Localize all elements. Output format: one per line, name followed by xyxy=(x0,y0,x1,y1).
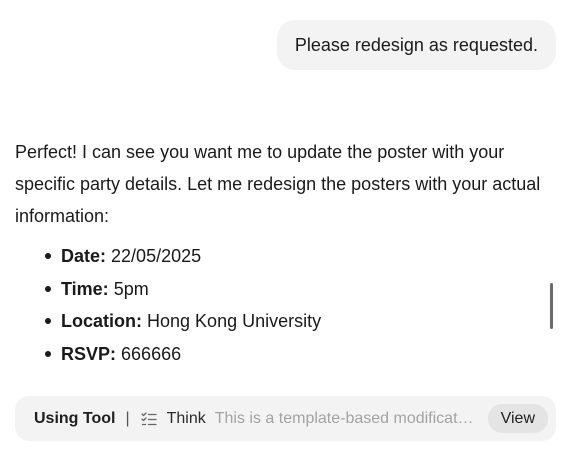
scrollbar-thumb[interactable] xyxy=(550,283,553,329)
detail-item-location: Location: Hong Kong University xyxy=(15,305,555,338)
tool-status-bar: Using Tool | Think This is a template-ba… xyxy=(15,396,556,441)
user-message-bubble: Please redesign as requested. xyxy=(276,20,556,70)
party-details-list: Date: 22/05/2025 Time: 5pm Location: Hon… xyxy=(15,240,555,370)
tool-separator: | xyxy=(125,409,130,427)
detail-label: Date: xyxy=(61,246,107,266)
checklist-icon xyxy=(140,410,158,428)
tool-status-label: Using Tool xyxy=(34,409,116,427)
bullet-dot xyxy=(45,350,51,357)
view-button[interactable]: View xyxy=(487,404,548,433)
detail-label: Time: xyxy=(61,278,109,299)
bullet-dot xyxy=(45,285,51,292)
detail-label: RSVP: xyxy=(61,343,117,364)
detail-value: 22/05/2025 xyxy=(111,246,202,266)
bullet-dot xyxy=(45,253,51,259)
detail-label: Location: xyxy=(61,311,142,331)
detail-value: 5pm xyxy=(113,278,149,299)
detail-value: 666666 xyxy=(121,343,182,364)
detail-item-time: Time: 5pm xyxy=(15,273,555,306)
detail-item-date: Date: 22/05/2025 xyxy=(15,240,555,273)
assistant-message: Perfect! I can see you want me to update… xyxy=(15,136,555,370)
tool-description: This is a template-based modificati… xyxy=(214,409,476,427)
detail-item-rsvp: RSVP: 666666 xyxy=(15,338,555,371)
assistant-paragraph: Perfect! I can see you want me to update… xyxy=(15,142,541,226)
detail-value: Hong Kong University xyxy=(147,311,322,331)
tool-name: Think xyxy=(166,409,206,427)
bullet-dot xyxy=(45,318,51,324)
user-message-text: Please redesign as requested. xyxy=(294,35,538,55)
